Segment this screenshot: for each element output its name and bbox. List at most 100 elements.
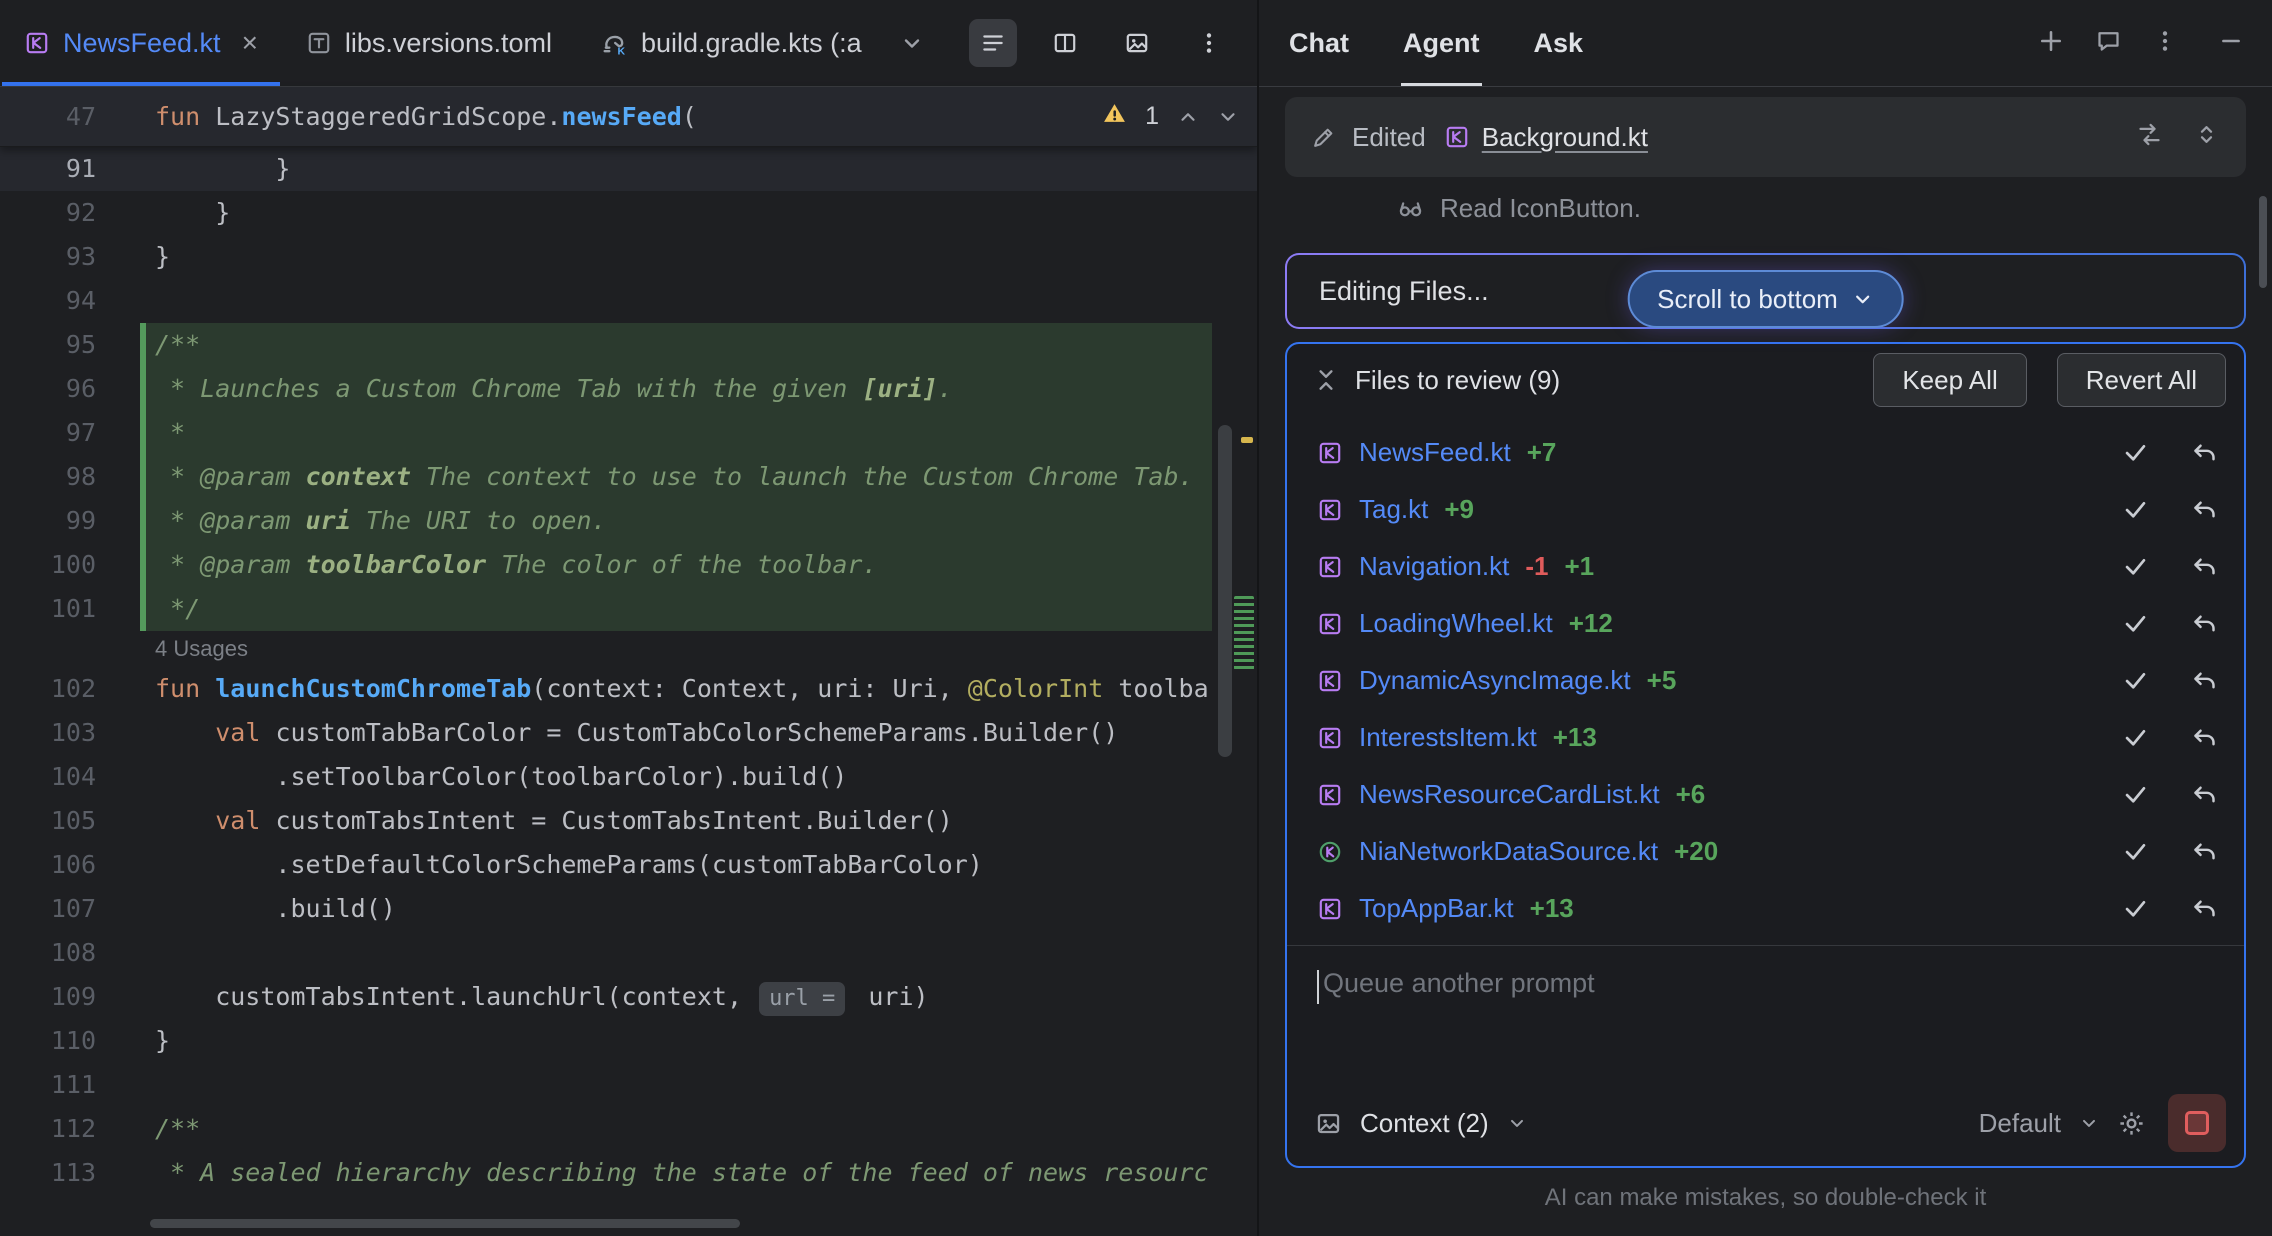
code-line-92[interactable]: 92 } (0, 191, 1257, 235)
code-line-99[interactable]: 99 * @param uri The URI to open. (0, 499, 1257, 543)
code-line-93[interactable]: 93} (0, 235, 1257, 279)
close-tab-icon[interactable]: × (242, 27, 258, 59)
revert-all-button[interactable]: Revert All (2057, 353, 2226, 407)
file-name-link[interactable]: NiaNetworkDataSource.kt (1359, 836, 1658, 867)
code-line-106[interactable]: 106 .setDefaultColorSchemeParams(customT… (0, 843, 1257, 887)
changed-lines-stripe-mark[interactable] (1234, 596, 1254, 670)
accept-file-check-icon[interactable] (2122, 895, 2149, 922)
accept-file-check-icon[interactable] (2122, 838, 2149, 865)
code-line-113[interactable]: 113 * A sealed hierarchy describing the … (0, 1151, 1257, 1195)
revert-file-undo-icon[interactable] (2191, 553, 2218, 580)
file-review-row[interactable]: InterestsItem.kt +13 (1287, 709, 2244, 766)
read-file-row[interactable]: Read IconButton. (1285, 177, 2246, 239)
revert-file-undo-icon[interactable] (2191, 781, 2218, 808)
model-selector[interactable]: Default (1979, 1108, 2061, 1139)
assistant-tab-chat[interactable]: Chat (1287, 0, 1351, 86)
file-review-row[interactable]: NiaNetworkDataSource.kt +20 (1287, 823, 2244, 880)
accept-file-check-icon[interactable] (2122, 724, 2149, 751)
code-line-107[interactable]: 107 .build() (0, 887, 1257, 931)
code-line-101[interactable]: 101 */ (0, 587, 1257, 631)
code-line-104[interactable]: 104 .setToolbarColor(toolbarColor).build… (0, 755, 1257, 799)
accept-file-check-icon[interactable] (2122, 781, 2149, 808)
code-line-98[interactable]: 98 * @param context The context to use t… (0, 455, 1257, 499)
prev-problem-chevron-up-icon[interactable] (1177, 106, 1199, 128)
editor-list-button[interactable] (969, 19, 1017, 67)
file-review-row[interactable]: NewsResourceCardList.kt +6 (1287, 766, 2244, 823)
revert-file-undo-icon[interactable] (2191, 724, 2218, 751)
accept-file-check-icon[interactable] (2122, 553, 2149, 580)
assistant-tab-ask[interactable]: Ask (1532, 0, 1586, 86)
edited-file-link[interactable]: Background.kt (1482, 122, 1648, 153)
hidden-tabs-chevron-icon[interactable] (886, 0, 938, 86)
code-editor[interactable]: 91 }92 }93}9495/**96 * Launches a Custom… (0, 147, 1257, 1236)
screenshot-button[interactable] (1113, 19, 1161, 67)
split-editor-button[interactable] (1041, 19, 1089, 67)
stop-button[interactable] (2168, 1094, 2226, 1152)
revert-file-undo-icon[interactable] (2191, 838, 2218, 865)
warning-stripe-mark[interactable] (1241, 437, 1253, 443)
next-problem-chevron-down-icon[interactable] (1217, 106, 1239, 128)
code-line-95[interactable]: 95/** (0, 323, 1257, 367)
gear-icon[interactable] (2117, 1109, 2146, 1138)
file-review-row[interactable]: TopAppBar.kt +13 (1287, 880, 2244, 937)
context-chevron-down-icon[interactable] (1507, 1113, 1527, 1133)
code-line-108[interactable]: 108 (0, 931, 1257, 975)
file-name-link[interactable]: TopAppBar.kt (1359, 893, 1514, 924)
file-name-link[interactable]: Navigation.kt (1359, 551, 1509, 582)
file-review-row[interactable]: NewsFeed.kt +7 (1287, 424, 2244, 481)
accept-file-check-icon[interactable] (2122, 610, 2149, 637)
code-line-109[interactable]: 109 customTabsIntent.launchUrl(context, … (0, 975, 1257, 1019)
hide-panel-minimize-icon[interactable] (2218, 28, 2244, 59)
revert-file-undo-icon[interactable] (2191, 610, 2218, 637)
code-line-112[interactable]: 112/** (0, 1107, 1257, 1151)
code-line-111[interactable]: 111 (0, 1063, 1257, 1107)
editor-tab-newsfeed-kt[interactable]: NewsFeed.kt× (0, 0, 282, 86)
file-review-row[interactable]: Tag.kt +9 (1287, 481, 2244, 538)
revert-file-undo-icon[interactable] (2191, 496, 2218, 523)
chat-vertical-scrollbar[interactable] (2259, 196, 2267, 288)
code-line-102[interactable]: 102fun launchCustomChromeTab(context: Co… (0, 667, 1257, 711)
file-name-link[interactable]: LoadingWheel.kt (1359, 608, 1553, 639)
accept-file-check-icon[interactable] (2122, 667, 2149, 694)
attach-image-icon[interactable] (1315, 1110, 1342, 1137)
model-chevron-down-icon[interactable] (2079, 1113, 2099, 1133)
new-chat-plus-icon[interactable] (2037, 27, 2065, 60)
accept-file-check-icon[interactable] (2122, 439, 2149, 466)
code-line-97[interactable]: 97 * (0, 411, 1257, 455)
file-review-row[interactable]: Navigation.kt -1 +1 (1287, 538, 2244, 595)
file-name-link[interactable]: NewsFeed.kt (1359, 437, 1511, 468)
editor-tab-libs-versions-toml[interactable]: libs.versions.toml (282, 0, 576, 86)
sticky-code-header[interactable]: 47 fun LazyStaggeredGridScope.newsFeed( … (0, 87, 1257, 147)
code-line-105[interactable]: 105 val customTabsIntent = CustomTabsInt… (0, 799, 1257, 843)
code-line-100[interactable]: 100 * @param toolbarColor The color of t… (0, 543, 1257, 587)
code-line-110[interactable]: 110} (0, 1019, 1257, 1063)
context-selector[interactable]: Context (2) (1360, 1108, 1489, 1139)
file-review-row[interactable]: DynamicAsyncImage.kt +5 (1287, 652, 2244, 709)
file-name-link[interactable]: DynamicAsyncImage.kt (1359, 665, 1631, 696)
expand-collapse-icon[interactable] (2193, 121, 2220, 153)
revert-file-undo-icon[interactable] (2191, 667, 2218, 694)
revert-file-undo-icon[interactable] (2191, 439, 2218, 466)
prompt-input[interactable]: Queue another prompt (1287, 946, 2244, 1080)
usages-hint[interactable]: 4 Usages (0, 631, 1257, 667)
collapse-icon[interactable] (1313, 367, 1339, 393)
code-line-96[interactable]: 96 * Launches a Custom Chrome Tab with t… (0, 367, 1257, 411)
revert-file-undo-icon[interactable] (2191, 895, 2218, 922)
keep-all-button[interactable]: Keep All (1873, 353, 2026, 407)
file-name-link[interactable]: InterestsItem.kt (1359, 722, 1537, 753)
code-line-94[interactable]: 94 (0, 279, 1257, 323)
diff-icon[interactable] (2136, 121, 2163, 153)
file-review-row[interactable]: LoadingWheel.kt +12 (1287, 595, 2244, 652)
editor-tab-build-gradle-kts-a[interactable]: Kbuild.gradle.kts (:a (576, 0, 886, 86)
accept-file-check-icon[interactable] (2122, 496, 2149, 523)
editor-more-kebab-icon[interactable] (1185, 19, 1233, 67)
file-name-link[interactable]: Tag.kt (1359, 494, 1428, 525)
chat-history-bubble-icon[interactable] (2095, 27, 2122, 59)
editor-horizontal-scrollbar[interactable] (150, 1219, 740, 1228)
editor-vertical-scrollbar[interactable] (1218, 425, 1232, 757)
code-line-103[interactable]: 103 val customTabBarColor = CustomTabCol… (0, 711, 1257, 755)
code-line-91[interactable]: 91 } (0, 147, 1257, 191)
panel-options-kebab-icon[interactable] (2152, 28, 2178, 59)
scroll-to-bottom-button[interactable]: Scroll to bottom (1627, 270, 1904, 328)
assistant-tab-agent[interactable]: Agent (1401, 0, 1482, 86)
